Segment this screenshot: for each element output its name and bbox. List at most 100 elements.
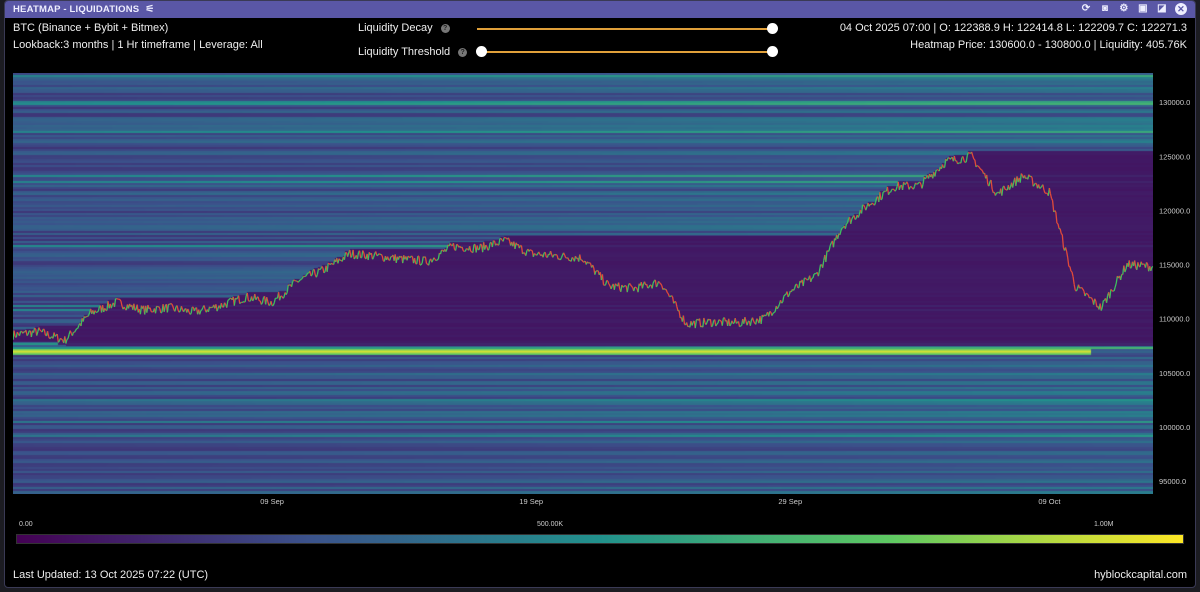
price-candle	[39, 329, 42, 332]
brand-link[interactable]: hyblockcapital.com	[1094, 569, 1187, 581]
slider-knob[interactable]	[767, 23, 778, 34]
price-candle	[507, 237, 511, 242]
price-candle	[1049, 193, 1053, 199]
price-candle	[628, 282, 632, 286]
price-candle	[906, 181, 909, 185]
price-candle	[840, 227, 843, 231]
price-candle	[1119, 274, 1123, 281]
save-icon[interactable]: ▣	[1137, 3, 1149, 15]
price-candle	[709, 319, 713, 327]
camera-icon[interactable]: ◙	[1099, 3, 1111, 15]
price-candle	[623, 285, 626, 287]
price-candle	[844, 223, 848, 229]
price-candle	[1031, 177, 1034, 187]
help-icon[interactable]: ?	[458, 47, 468, 57]
price-candle	[372, 253, 376, 258]
price-candle	[895, 186, 898, 191]
ohlc-readout: 04 Oct 2025 07:00 | O: 122388.9 H: 12241…	[839, 22, 1187, 34]
price-candle	[113, 298, 117, 307]
price-candle	[1003, 185, 1006, 190]
price-candle	[1095, 300, 1098, 308]
price-candle	[710, 325, 714, 328]
price-candle	[461, 246, 464, 251]
price-candle	[832, 238, 836, 248]
price-candle	[67, 334, 70, 339]
heatmap-window: HEATMAP - LIQUIDATIONS ⚟ ⟳ ◙ ⚙ ▣ ◪ ✕ BTC…	[4, 0, 1196, 588]
price-candle	[352, 249, 355, 260]
price-candle	[980, 169, 983, 172]
price-candle	[665, 289, 668, 293]
price-candle	[972, 155, 975, 160]
price-candle	[134, 308, 137, 311]
price-candle	[749, 320, 753, 326]
last-updated: Last Updated: 13 Oct 2025 07:22 (UTC)	[13, 569, 209, 581]
close-icon[interactable]: ✕	[1175, 3, 1187, 15]
price-candle	[1072, 276, 1075, 285]
price-candle	[133, 303, 136, 311]
price-candle	[965, 155, 968, 163]
price-candle	[520, 245, 524, 254]
price-candle	[846, 218, 850, 224]
price-candle	[178, 310, 181, 313]
price-candle	[244, 295, 247, 303]
refresh-icon[interactable]: ⟳	[1080, 3, 1092, 15]
y-tick-label: 105000.0	[1159, 369, 1190, 378]
price-candle	[502, 237, 505, 242]
price-candle	[84, 316, 87, 319]
price-candle	[1043, 189, 1046, 194]
liquidity-decay-slider[interactable]	[477, 23, 778, 34]
liquidity-threshold-slider[interactable]	[476, 46, 778, 57]
price-candle	[193, 308, 197, 312]
price-candle	[675, 301, 678, 307]
price-candle	[266, 297, 269, 302]
symbol-label: BTC (Binance + Bybit + Bitmex)	[13, 22, 169, 34]
price-candle	[647, 286, 650, 289]
help-icon[interactable]: ?	[440, 23, 450, 33]
price-candle	[960, 157, 963, 164]
price-candle	[57, 340, 60, 343]
price-candle	[1087, 294, 1090, 299]
price-candle	[418, 256, 421, 266]
price-candle	[1150, 266, 1153, 272]
price-candle	[881, 192, 884, 199]
price-candle	[781, 301, 784, 304]
price-candle	[533, 252, 536, 255]
price-candle	[1012, 181, 1015, 188]
price-candle	[804, 277, 807, 280]
price-candle	[1134, 260, 1137, 268]
expand-icon[interactable]: ◪	[1156, 3, 1168, 15]
price-candle	[564, 254, 567, 258]
price-candle	[868, 203, 871, 207]
price-candle	[894, 189, 897, 192]
price-candle	[1064, 247, 1068, 252]
slider-knob[interactable]	[476, 46, 487, 57]
price-candle	[1061, 234, 1065, 248]
price-candle	[839, 230, 842, 235]
price-candle	[768, 311, 771, 317]
label-text: Liquidity Decay	[358, 22, 433, 34]
settings-sliders-icon[interactable]: ⚟	[145, 4, 154, 15]
price-candle	[71, 332, 75, 336]
price-candle	[1033, 182, 1036, 186]
slider-knob[interactable]	[767, 46, 778, 57]
x-tick-label: 19 Sep	[519, 497, 543, 506]
y-tick-label: 100000.0	[1159, 423, 1190, 432]
price-candle	[363, 252, 366, 259]
price-candle	[378, 253, 381, 255]
gear-icon[interactable]: ⚙	[1118, 3, 1130, 15]
price-candle	[66, 337, 69, 340]
price-candle	[857, 214, 860, 218]
price-candle	[445, 248, 448, 252]
price-candle	[123, 306, 126, 310]
price-candle	[1071, 271, 1074, 278]
price-candle	[827, 250, 830, 252]
price-candle	[504, 237, 507, 239]
price-candle	[663, 287, 666, 291]
price-candle	[544, 252, 547, 258]
price-candle	[171, 303, 174, 307]
colorbar	[16, 534, 1184, 544]
price-candle	[1057, 223, 1060, 229]
price-candle	[190, 306, 193, 314]
price-candle	[18, 331, 22, 336]
price-candle	[1070, 270, 1073, 273]
